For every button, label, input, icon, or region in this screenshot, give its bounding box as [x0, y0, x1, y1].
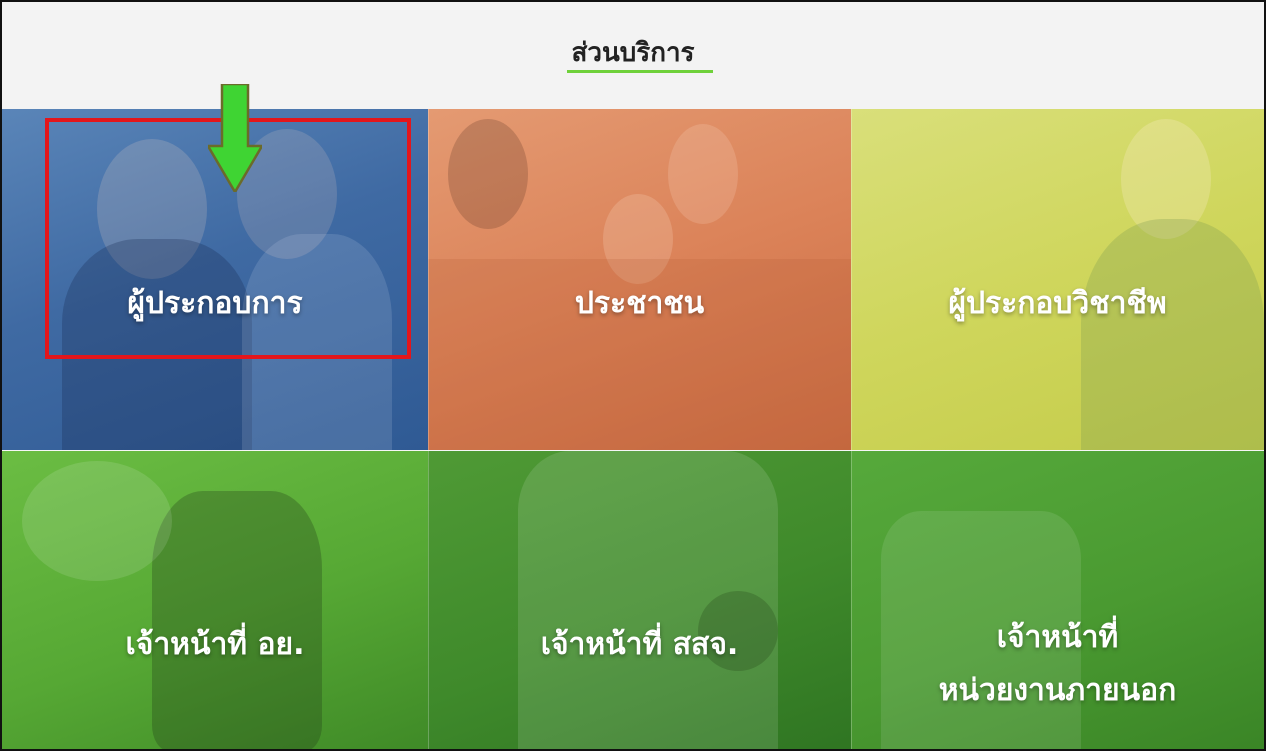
services-header: ส่วนบริการ	[2, 2, 1264, 109]
tile-label: เจ้าหน้าที่ อย.	[125, 627, 305, 662]
tile-label: ประชาชน	[574, 286, 705, 321]
tile-fda-officer[interactable]: เจ้าหน้าที่ อย.	[2, 451, 428, 749]
person-figure	[668, 124, 738, 224]
tile-label: เจ้าหน้าที่ สสจ.	[540, 627, 739, 662]
page-title: ส่วนบริการ	[571, 38, 695, 68]
tile-citizens[interactable]: ประชาชน	[428, 109, 851, 450]
tile-professionals[interactable]: ผู้ประกอบวิชาชีพ	[851, 109, 1264, 450]
hand-shape	[22, 461, 172, 581]
tile-label: ผู้ประกอบวิชาชีพ	[948, 286, 1167, 321]
grid-divider	[2, 450, 1264, 451]
flask-shape	[152, 491, 322, 749]
down-arrow-icon	[208, 84, 262, 192]
page-frame: ส่วนบริการ ผู้ประกอบการ ประชาชน ผู้ประกอ…	[0, 0, 1266, 751]
grid-divider	[428, 109, 429, 749]
tile-label: เจ้าหน้าที่	[996, 620, 1119, 655]
tile-label-line2: หน่วยงานภายนอก	[938, 673, 1177, 708]
scrubs-silhouette	[1081, 219, 1264, 450]
grid-divider	[851, 109, 852, 749]
title-underline	[567, 70, 713, 73]
tile-external-officer[interactable]: เจ้าหน้าที่ หน่วยงานภายนอก	[851, 451, 1264, 749]
tile-provincial-officer[interactable]: เจ้าหน้าที่ สสจ.	[428, 451, 851, 749]
person-figure	[448, 119, 528, 229]
